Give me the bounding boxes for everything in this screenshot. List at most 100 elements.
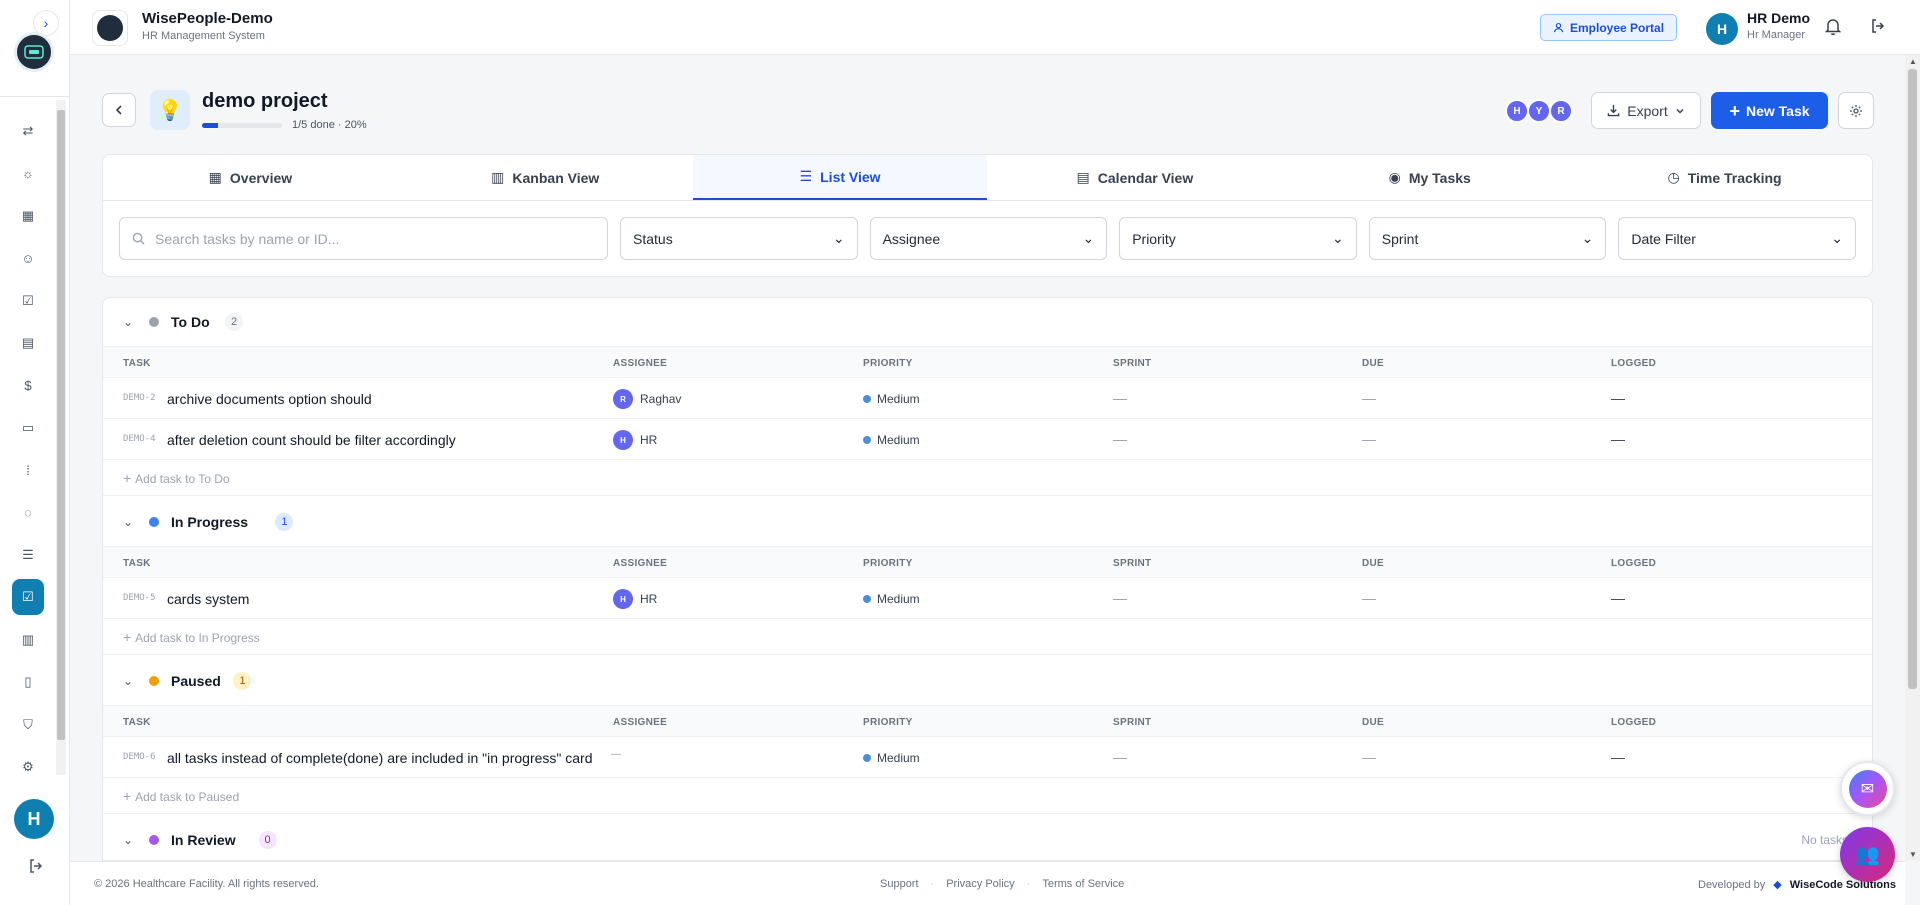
new-task-button[interactable]: + New Task [1711, 92, 1828, 129]
search-input[interactable]: Search tasks by name or ID... [119, 217, 608, 260]
add-task-link[interactable]: + Add task to Paused [123, 788, 239, 804]
user-avatar[interactable]: H [1706, 13, 1738, 45]
sidebar-item-15[interactable]: ⚙ [0, 746, 56, 788]
status-dot [149, 517, 159, 527]
sidebar-item-13[interactable]: ▯ [0, 661, 56, 703]
sprint-filter-dropdown[interactable]: Sprint ⌄ [1368, 217, 1607, 260]
sidebar-item-0[interactable]: ⇄ [0, 110, 56, 152]
developed-by-text: Developed by [1698, 878, 1766, 891]
task-assignee[interactable]: H HR [613, 589, 657, 609]
app-logo[interactable] [92, 10, 128, 46]
money-icon: ▭ [21, 419, 35, 435]
chevron-down-icon[interactable]: ⌄ [123, 515, 133, 529]
support-link[interactable]: Support [880, 878, 919, 890]
tab-my-tasks[interactable]: ◉ My Tasks [1282, 155, 1577, 200]
task-title[interactable]: cards system [167, 591, 249, 607]
sidebar-item-10[interactable]: ☰ [0, 534, 56, 576]
sidebar-item-1[interactable]: ☼ [0, 152, 56, 194]
group-count-badge: 2 [225, 313, 243, 331]
status-filter-dropdown[interactable]: Status ⌄ [620, 217, 858, 260]
messenger-icon: ✉ [1848, 769, 1887, 808]
chevron-down-icon[interactable]: ⌄ [123, 833, 133, 847]
task-priority[interactable]: Medium [863, 392, 920, 406]
chevron-down-icon[interactable]: ⌄ [123, 315, 133, 329]
chevron-down-icon: ⌄ [1581, 230, 1594, 246]
logout-icon[interactable] [28, 858, 44, 877]
developer-company[interactable]: WiseCode Solutions [1790, 879, 1896, 891]
add-task-row[interactable]: + Add task to Paused [103, 778, 1872, 814]
task-title[interactable]: archive documents option should [167, 391, 372, 407]
sidebar-item-9[interactable]: ◌ [0, 492, 56, 534]
task-assignee[interactable]: R Raghav [613, 389, 681, 409]
add-task-link[interactable]: + Add task to To Do [123, 470, 230, 486]
add-task-link[interactable]: + Add task to In Progress [123, 629, 260, 645]
bell-icon[interactable] [1824, 18, 1842, 38]
date-filter-dropdown[interactable]: Date Filter ⌄ [1618, 217, 1856, 260]
column-header-assignee: ASSIGNEE [613, 558, 668, 569]
tab-list-view[interactable]: ☰ List View [692, 155, 988, 200]
task-title[interactable]: all tasks instead of complete(done) are … [167, 750, 593, 766]
task-priority[interactable]: Medium [863, 751, 920, 765]
sidebar-item-3[interactable]: ☺ [0, 237, 56, 279]
table-row[interactable]: DEMO-5 cards system H HR Medium — — — [103, 578, 1872, 619]
task-sprint[interactable]: — [1113, 590, 1127, 606]
sidebar-user-avatar[interactable]: H [14, 799, 54, 839]
task-due[interactable]: — [1362, 390, 1376, 406]
member-avatar[interactable]: R [1549, 99, 1573, 123]
sidebar-item-2[interactable]: ▦ [0, 195, 56, 237]
add-task-row[interactable]: + Add task to In Progress [103, 619, 1872, 655]
task-priority[interactable]: Medium [863, 433, 920, 447]
sidebar-item-4[interactable]: ☑ [0, 280, 56, 322]
team-chat-button[interactable]: 👥 [1840, 827, 1895, 882]
main-scrollbar[interactable]: ▲ ▼ [1905, 55, 1920, 861]
tab-overview[interactable]: ▦ Overview [103, 155, 398, 200]
privacy-policy-link[interactable]: Privacy Policy [946, 878, 1014, 890]
sidebar-item-12[interactable]: ▥ [0, 619, 56, 661]
tab-kanban-view[interactable]: ▥ Kanban View [398, 155, 693, 200]
sidebar-item-6[interactable]: $ [0, 364, 56, 406]
sidebar-item-14[interactable]: ⛉ [0, 703, 56, 745]
task-assignee[interactable]: — [611, 749, 621, 760]
task-assignee[interactable]: H HR [613, 430, 657, 450]
chevron-down-icon[interactable]: ⌄ [123, 674, 133, 688]
sidebar-item-5[interactable]: ▤ [0, 322, 56, 364]
task-due[interactable]: — [1362, 590, 1376, 606]
tab-time-tracking[interactable]: ◷ Time Tracking [1577, 155, 1872, 200]
company-logo[interactable] [14, 32, 54, 72]
task-sprint[interactable]: — [1113, 390, 1127, 406]
task-title[interactable]: after deletion count should be filter ac… [167, 432, 456, 448]
member-avatar[interactable]: Y [1527, 99, 1551, 123]
table-row[interactable]: DEMO-4 after deletion count should be fil… [103, 419, 1872, 460]
sidebar-item-8[interactable]: ⁞ [0, 449, 56, 491]
table-row[interactable]: DEMO-6 all tasks instead of complete(done… [103, 737, 1872, 778]
assignee-filter-dropdown[interactable]: Assignee ⌄ [869, 217, 1108, 260]
back-button[interactable] [102, 93, 136, 127]
project-settings-button[interactable] [1838, 92, 1874, 129]
add-task-row[interactable]: + Add task to To Do [103, 460, 1872, 496]
assignee-avatar: R [613, 389, 633, 409]
task-due[interactable]: — [1362, 749, 1376, 765]
group-header[interactable]: ⌄ In Progress 1 [103, 498, 1872, 546]
task-sprint[interactable]: — [1113, 431, 1127, 447]
logout-icon[interactable] [1870, 18, 1886, 37]
terms-of-service-link[interactable]: Terms of Service [1042, 878, 1124, 890]
task-due[interactable]: — [1362, 431, 1376, 447]
messenger-chat-button[interactable]: ✉ [1840, 761, 1895, 816]
task-sprint[interactable]: — [1113, 749, 1127, 765]
table-row[interactable]: DEMO-2 archive documents option should R Ra… [103, 378, 1872, 419]
task-priority[interactable]: Medium [863, 592, 920, 606]
group-header[interactable]: ⌄ To Do 2 [103, 298, 1872, 346]
sidebar-item-7[interactable]: ▭ [0, 407, 56, 449]
tab-calendar-view[interactable]: ▤ Calendar View [987, 155, 1282, 200]
lightbulb-icon: 💡 [150, 90, 190, 130]
sidebar-scrollbar[interactable] [56, 100, 66, 775]
priority-filter-dropdown[interactable]: Priority ⌄ [1119, 217, 1357, 260]
member-avatar[interactable]: H [1505, 99, 1529, 123]
document-icon: ▯ [24, 674, 32, 690]
employee-portal-button[interactable]: Employee Portal [1540, 14, 1678, 41]
export-button[interactable]: Export [1591, 92, 1701, 129]
group-header[interactable]: ⌄ Paused 1 [103, 657, 1872, 705]
column-header-logged: LOGGED [1611, 717, 1657, 728]
group-header[interactable]: ⌄ In Review 0 No tasks [103, 816, 1872, 860]
sidebar-item-11[interactable]: ☑ [0, 576, 56, 618]
